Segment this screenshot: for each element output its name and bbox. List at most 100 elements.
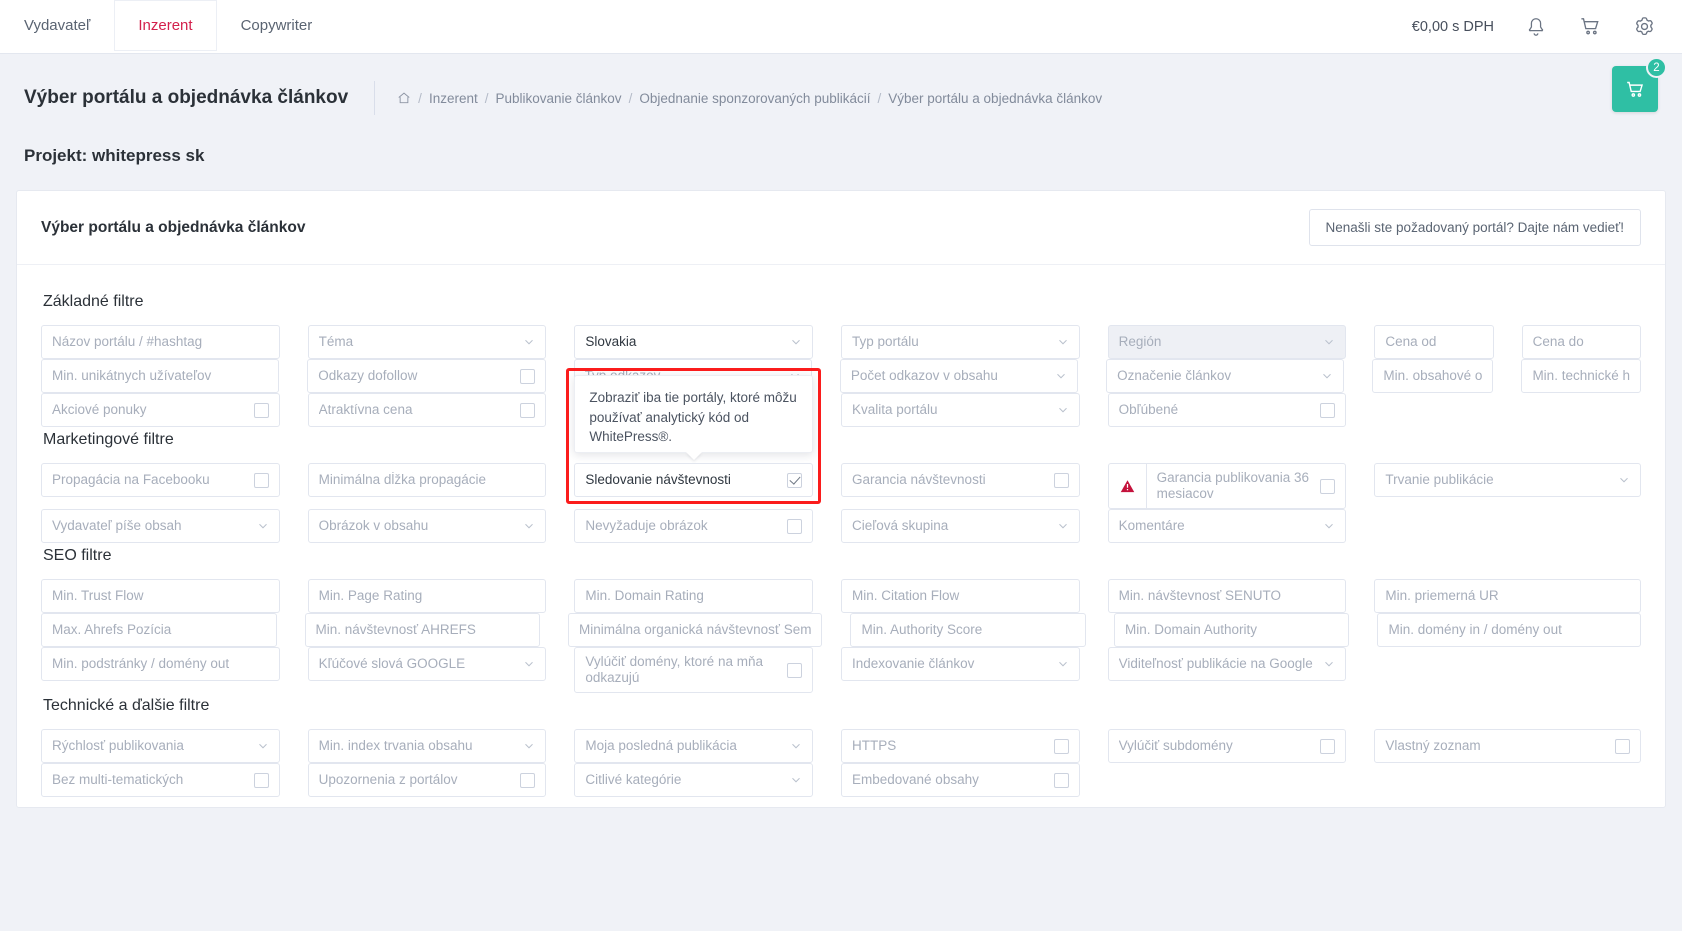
filter-field-vydavatel-pise-obsah[interactable]: Vydavateľ píše obsah [41,509,280,543]
checkbox-vylucit-domeny-ktore-na-mna-odkazuju[interactable] [787,662,802,678]
filter-field-odkazy-dofollow[interactable]: Odkazy dofollow [307,359,546,393]
grid-spacer [1374,647,1493,693]
filter-cell: Označenie článkov [1106,359,1345,393]
checkbox-vylucit-subdomeny[interactable] [1320,738,1336,754]
checkbox-upozornenia-z-portalov[interactable] [520,772,536,788]
filter-field-garancia-navstevnosti[interactable]: Garancia návštevnosti [841,463,1080,497]
filter-field-min-podstranky-domeny-out[interactable]: Min. podstránky / domény out [41,647,280,681]
filter-field-min-page-rating[interactable]: Min. Page Rating [307,579,547,613]
filter-field-min-technicke-h[interactable]: Min. technické h [1521,359,1641,393]
filter-field-vylucit-domeny-ktore-na-mna-odkazuju[interactable]: Vylúčiť domény, ktoré na mňa odkazujú [574,647,813,693]
filter-field-vylucit-subdomeny[interactable]: Vylúčiť subdomény [1107,729,1347,763]
floating-cart-button[interactable]: 2 [1612,57,1667,112]
checkbox-nevyzaduje-obrazok[interactable] [787,518,802,534]
analytics-tooltip: Zobraziť iba tie portály, ktoré môžu pou… [574,375,813,453]
filter-field-max-ahrefs-pozicia[interactable]: Max. Ahrefs Pozícia [41,613,277,647]
filter-cell: Min. index trvania obsahu [307,729,547,763]
nav-tab-list: Vydavateľ Inzerent Copywriter [0,0,336,53]
gear-icon[interactable] [1632,15,1656,39]
checkbox-oblubene[interactable] [1320,402,1336,418]
breadcrumb-item-1[interactable]: Inzerent [429,91,478,106]
checkbox-garancia-publikovania-36-mesiacov[interactable] [1320,478,1336,494]
checkbox-embedovane-obsahy[interactable] [1053,772,1069,788]
filter-field-typ-portalu[interactable]: Typ portálu [841,325,1080,359]
filter-field-moja-posledna-publikacia[interactable]: Moja posledná publikácia [574,729,813,763]
filter-field-upozornenia-z-portalov[interactable]: Upozornenia z portálov [307,763,547,797]
filter-field-komentare[interactable]: Komentáre [1107,509,1347,543]
filter-field-rychlost-publikovania[interactable]: Rýchlosť publikovania [41,729,280,763]
breadcrumb-item-3[interactable]: Objednanie sponzorovaných publikácií [639,91,870,106]
checkbox-odkazy-dofollow[interactable] [519,368,535,384]
filter-field-min-priemerna-ur[interactable]: Min. priemerná UR [1374,579,1641,613]
filter-field-klucove-slova-google[interactable]: Kľúčové slová GOOGLE [307,647,547,681]
nav-tab-copywriter[interactable]: Copywriter [217,0,337,53]
filter-field-sledovanie-navstevnosti[interactable]: Sledovanie návštevnosti [574,463,813,497]
filter-field-min-navstevnost-ahrefs[interactable]: Min. návštevnosť AHREFS [304,613,541,647]
checkbox-vlastny-zoznam[interactable] [1615,738,1630,754]
checkbox-https[interactable] [1053,738,1069,754]
filter-field-garancia-publikovania-36-mesiacov[interactable]: Garancia publikovania 36 mesiacov [1145,463,1347,509]
filter-field-nazov-portalu-hashtag[interactable]: Názov portálu / #hashtag [41,325,280,359]
filter-field-min-domain-authority[interactable]: Min. Domain Authority [1113,613,1350,647]
filter-field-slovakia[interactable]: Slovakia [574,325,813,359]
filter-field-min-navstevnost-senuto[interactable]: Min. návštevnosť SENUTO [1107,579,1347,613]
filter-field-min-citation-flow[interactable]: Min. Citation Flow [841,579,1080,613]
checkbox-atraktivna-cena[interactable] [520,402,536,418]
breadcrumb-item-2[interactable]: Publikovanie článkov [495,91,621,106]
field-label: Upozornenia z portálov [318,771,458,787]
filter-field-cielova-skupina[interactable]: Cieľová skupina [841,509,1080,543]
filter-field-https[interactable]: HTTPS [841,729,1080,763]
filter-field-min-trust-flow[interactable]: Min. Trust Flow [41,579,280,613]
filter-field-region: Región [1107,325,1347,359]
filter-field-vlastny-zoznam[interactable]: Vlastný zoznam [1374,729,1641,763]
filter-field-kvalita-portalu[interactable]: Kvalita portálu [841,393,1080,427]
filter-field-minimalna-dlzka-propagacie[interactable]: Minimálna dĺžka propagácie [307,463,547,497]
nav-tab-vydavatel[interactable]: Vydavateľ [0,0,114,53]
filter-field-min-obsahove-o[interactable]: Min. obsahové o [1372,359,1494,393]
field-label: Min. technické h [1532,367,1630,383]
checkbox-bez-multi-tematickych[interactable] [253,772,269,788]
filter-field-citlive-kategorie[interactable]: Citlivé kategórie [574,763,813,797]
filter-cell: Vlastný zoznam [1374,729,1641,763]
field-label: Citlivé kategórie [585,771,682,787]
field-label: Min. priemerná UR [1385,587,1499,603]
filter-field-pocet-odkazov-v-obsahu[interactable]: Počet odkazov v obsahu [839,359,1079,393]
breadcrumb-item-4[interactable]: Výber portálu a objednávka článkov [888,91,1102,106]
field-label: Kľúčové slová GOOGLE [318,655,466,671]
section-title-seo-filtre: SEO filtre [43,547,112,564]
request-portal-button[interactable]: Nenašli ste požadovaný portál? Dajte nám… [1308,209,1641,246]
filter-field-embedovane-obsahy[interactable]: Embedované obsahy [841,763,1080,797]
checkbox-akciove-ponuky[interactable] [253,402,269,418]
filter-field-propagacia-na-facebooku[interactable]: Propagácia na Facebooku [41,463,280,497]
filter-field-cena-od[interactable]: Cena od [1374,325,1494,359]
filter-field-oznacenie-clankov[interactable]: Označenie článkov [1106,359,1345,393]
field-label: Názov portálu / #hashtag [52,333,203,349]
filter-row: Rýchlosť publikovania Min. index trvania … [41,729,1641,763]
filter-field-min-domain-rating[interactable]: Min. Domain Rating [574,579,813,613]
filter-field-oblubene[interactable]: Obľúbené [1107,393,1347,427]
checkbox-propagacia-na-facebooku[interactable] [253,472,269,488]
filter-field-atraktivna-cena[interactable]: Atraktívna cena [307,393,547,427]
checkbox-garancia-navstevnosti[interactable] [1053,472,1069,488]
filter-field-viditelnost-publikacie-na-google[interactable]: Viditeľnosť publikácie na Google [1107,647,1347,681]
filter-field-min-domeny-in-domeny-out[interactable]: Min. domény in / domény out [1377,613,1641,647]
filter-field-min-index-trvania-obsahu[interactable]: Min. index trvania obsahu [307,729,547,763]
card-header: Výber portálu a objednávka článkov Nenaš… [17,191,1665,265]
filter-field-cena-do[interactable]: Cena do [1521,325,1641,359]
checkbox-sledovanie-navstevnosti[interactable] [787,472,802,488]
filter-row: Min. Trust Flow Min. Page Rating Min. Doma… [41,579,1641,613]
filter-field-minimalna-organicka-navstevnost-sem[interactable]: Minimálna organická návštevnosť Sem [568,613,823,647]
filter-field-obrazok-v-obsahu[interactable]: Obrázok v obsahu [307,509,547,543]
nav-tab-inzerent[interactable]: Inzerent [114,0,217,53]
filter-field-trvanie-publikacie[interactable]: Trvanie publikácie [1374,463,1641,497]
home-icon[interactable] [397,91,411,105]
filter-field-min-authority-score[interactable]: Min. Authority Score [850,613,1086,647]
filter-field-tema[interactable]: Téma [307,325,547,359]
filter-field-akciove-ponuky[interactable]: Akciové ponuky [41,393,280,427]
filter-field-bez-multi-tematickych[interactable]: Bez multi-tematických [41,763,280,797]
cart-icon[interactable] [1578,15,1602,39]
bell-icon[interactable] [1524,15,1548,39]
filter-field-nevyzaduje-obrazok[interactable]: Nevyžaduje obrázok [574,509,813,543]
filter-field-indexovanie-clankov[interactable]: Indexovanie článkov [841,647,1080,681]
filter-field-min-unikatnych-uzivatelov[interactable]: Min. unikátnych užívateľov [41,359,280,393]
